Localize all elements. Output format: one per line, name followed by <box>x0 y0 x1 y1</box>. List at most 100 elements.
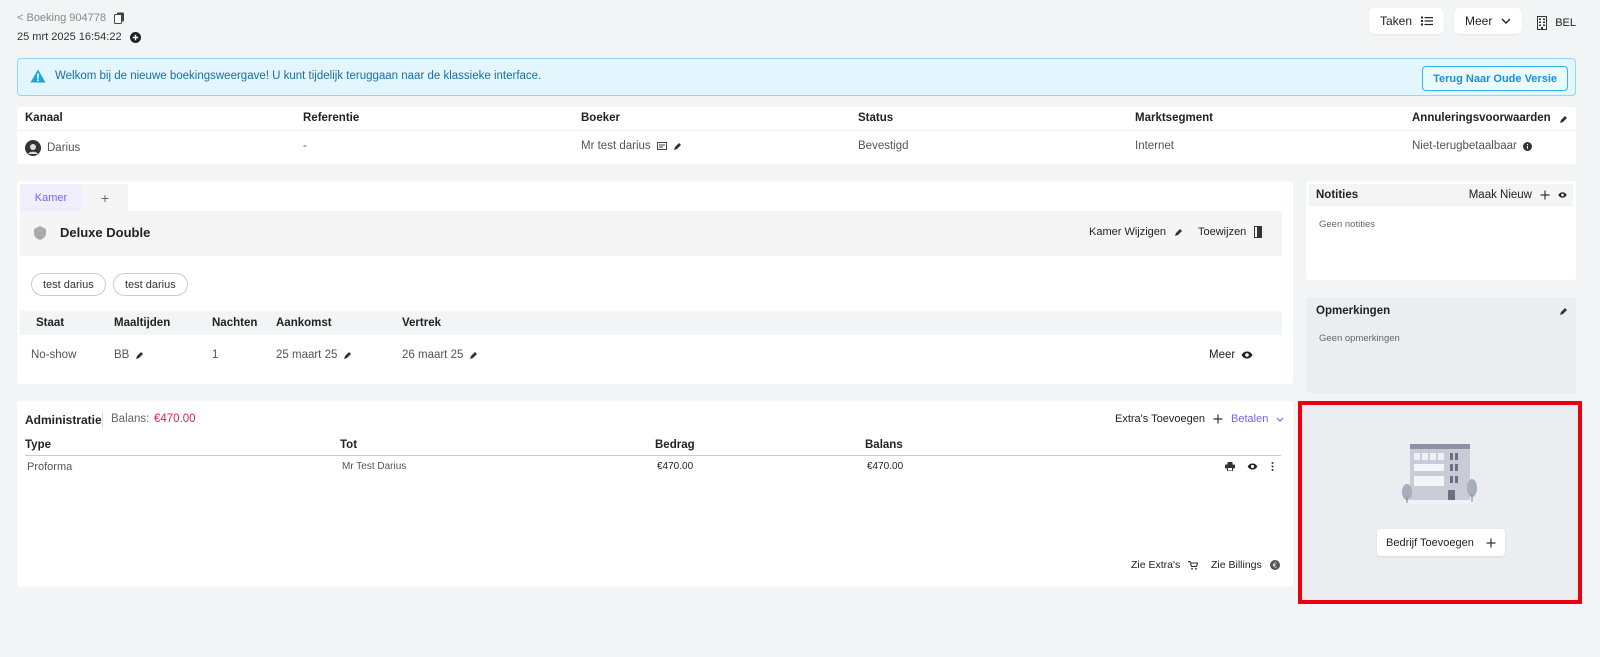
more-label: Meer <box>1465 14 1493 28</box>
chevron-down-icon <box>1501 18 1511 24</box>
id-card-icon[interactable] <box>656 142 667 150</box>
balance-label: Balans: <box>111 413 150 425</box>
pay-dropdown[interactable]: Betalen <box>1231 413 1284 425</box>
edit-meals-icon[interactable] <box>135 351 144 360</box>
info-icon[interactable] <box>1522 141 1532 151</box>
title-divider <box>102 411 103 429</box>
remarks-title: Opmerkingen <box>1316 305 1391 317</box>
back-to-booking-link[interactable]: < Boeking 904778 <box>17 12 125 24</box>
stay-header-row: Staat Maaltijden Nachten Aankomst Vertre… <box>20 311 1282 335</box>
room-shield-icon <box>34 226 46 240</box>
add-room-tab[interactable]: + <box>82 184 128 211</box>
print-icon[interactable] <box>1225 462 1235 471</box>
remarks-empty-text: Geen opmerkingen <box>1319 333 1400 344</box>
kebab-menu-icon[interactable] <box>1271 462 1274 471</box>
billing-icon: € <box>1269 560 1280 570</box>
invoice-header: Bedrag <box>655 439 695 451</box>
eye-icon <box>1241 351 1253 359</box>
back-to-old-version-button[interactable]: Terug Naar Oude Versie <box>1422 66 1568 91</box>
stay-header: Maaltijden <box>114 317 171 329</box>
building-icon <box>1537 16 1548 30</box>
invoice-to: Mr Test Darius <box>342 461 407 472</box>
plus-icon <box>1486 538 1496 548</box>
edit-arrival-icon[interactable] <box>343 351 352 360</box>
edit-cancellation-icon[interactable] <box>1559 115 1568 124</box>
plus-icon <box>1213 414 1223 424</box>
guest-pill[interactable]: test darius <box>113 273 188 296</box>
notes-panel: Notities Maak Nieuw Geen notities <box>1306 181 1576 280</box>
summary-header: Referentie <box>303 112 360 124</box>
tasks-label: Taken <box>1380 14 1413 28</box>
stay-meals: BB <box>114 349 144 361</box>
summary-header: Boeker <box>581 112 620 124</box>
change-room-button[interactable]: Kamer Wijzigen <box>1089 226 1183 238</box>
edit-icon <box>1174 228 1183 237</box>
see-billings-label: Zie Billings <box>1211 559 1262 571</box>
room-type-name: Deluxe Double <box>60 225 151 240</box>
room-card: Kamer + Deluxe Double Kamer Wijzigen Toe… <box>17 181 1293 384</box>
cart-icon <box>1188 560 1199 570</box>
office-building-icon <box>1398 442 1480 506</box>
invoice-type: Proforma <box>27 461 73 473</box>
copy-icon[interactable] <box>114 12 125 24</box>
more-menu-button[interactable]: Meer <box>1454 8 1523 34</box>
add-company-button[interactable]: Bedrijf Toevoegen <box>1377 529 1505 556</box>
summary-header-row <box>17 107 1576 131</box>
invoice-header-row: Type Tot Bedrag Balans <box>25 439 1281 456</box>
stay-arrival: 25 maart 25 <box>276 349 352 361</box>
summary-header: Kanaal <box>25 112 63 124</box>
meals-value: BB <box>114 349 130 361</box>
summary-header: Annuleringsvoorwaarden <box>1412 112 1551 124</box>
stay-header: Staat <box>36 317 65 329</box>
see-extras-button[interactable]: Zie Extra's <box>1131 559 1199 571</box>
administration-title: Administratie <box>25 413 102 427</box>
invoice-amount: €470.00 <box>657 461 694 472</box>
svg-text:€: € <box>1273 562 1277 570</box>
tasks-button[interactable]: Taken <box>1369 8 1445 34</box>
remarks-panel: Opmerkingen Geen opmerkingen <box>1306 297 1576 393</box>
plus-icon <box>1540 190 1550 200</box>
channel-value: Darius <box>25 140 80 156</box>
list-icon <box>1421 16 1434 26</box>
new-note-button[interactable]: Maak Nieuw <box>1469 189 1567 201</box>
see-billings-button[interactable]: Zie Billings € <box>1211 559 1280 571</box>
eye-icon[interactable] <box>1558 192 1567 198</box>
cancellation-value: Niet-terugbetaalbaar <box>1412 140 1532 152</box>
departure-value: 26 maart 25 <box>402 349 464 361</box>
invoice-balance: €470.00 <box>867 461 904 472</box>
chevron-down-icon <box>1276 417 1284 422</box>
add-company-label: Bedrijf Toevoegen <box>1386 536 1474 549</box>
arrival-value: 25 maart 25 <box>276 349 338 361</box>
market-segment-value: Internet <box>1135 140 1174 152</box>
add-circle-icon[interactable] <box>129 31 141 43</box>
avatar <box>25 140 41 156</box>
tab-room[interactable]: Kamer <box>20 184 82 211</box>
notes-empty-text: Geen notities <box>1319 219 1375 230</box>
booking-timestamp: 25 mrt 2025 16:54:22 <box>17 31 141 43</box>
stay-header: Aankomst <box>276 317 332 329</box>
add-extras-label: Extra's Toevoegen <box>1115 413 1205 425</box>
add-extras-button[interactable]: Extra's Toevoegen <box>1115 413 1223 425</box>
stay-departure: 26 maart 25 <box>402 349 478 361</box>
edit-booker-icon[interactable] <box>673 142 682 151</box>
stay-header: Nachten <box>212 317 258 329</box>
reference-value: - <box>303 140 307 152</box>
guest-pill[interactable]: test darius <box>31 273 106 296</box>
stay-more-label: Meer <box>1209 349 1236 361</box>
hotel-label: BEL <box>1555 17 1576 29</box>
assign-label: Toewijzen <box>1198 226 1247 238</box>
edit-departure-icon[interactable] <box>469 351 478 360</box>
invoice-header: Balans <box>865 439 903 451</box>
invoice-header: Type <box>25 439 51 451</box>
stay-more-button[interactable]: Meer <box>1209 349 1253 361</box>
hotel-selector[interactable]: BEL <box>1537 13 1576 33</box>
assign-room-button[interactable]: Toewijzen <box>1198 226 1263 238</box>
banner-message: Welkom bij de nieuwe boekingsweergave! U… <box>55 70 542 82</box>
booking-summary-table: Kanaal Referentie Boeker Status Marktseg… <box>17 107 1576 164</box>
stay-header: Vertrek <box>402 317 442 329</box>
view-icon[interactable] <box>1247 463 1258 470</box>
stay-nights: 1 <box>212 349 219 361</box>
door-icon <box>1254 226 1263 238</box>
edit-remarks-icon[interactable] <box>1559 307 1568 316</box>
room-header: Deluxe Double Kamer Wijzigen Toewijzen <box>20 211 1282 256</box>
